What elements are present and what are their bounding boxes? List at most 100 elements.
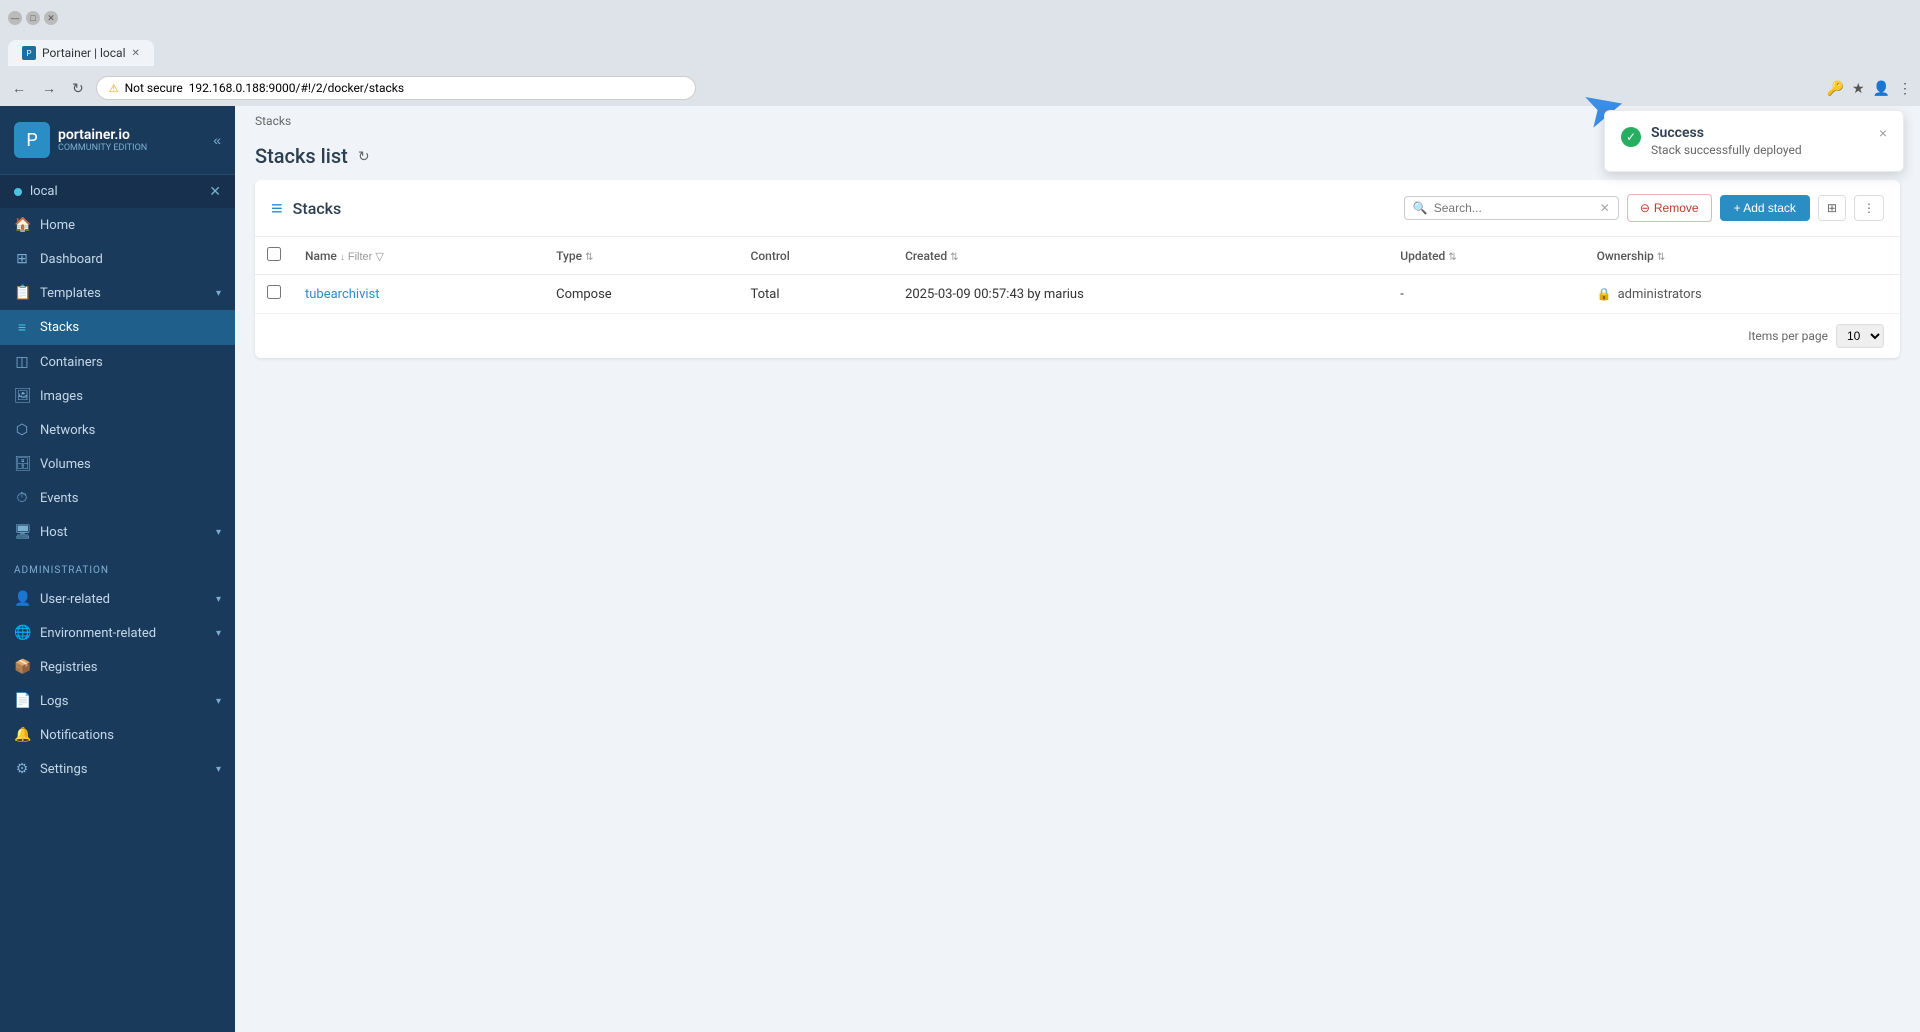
menu-icon[interactable]: ⋮ [1898,80,1912,97]
tab-favicon: P [22,46,36,60]
th-name: Name ↓ Filter ▽ [293,237,544,275]
sidebar-item-home[interactable]: 🏠 Home [0,208,235,242]
reload-button[interactable]: ↻ [68,76,88,101]
th-type: Type ⇅ [544,237,738,275]
profile-icon[interactable]: 👤 [1873,80,1890,97]
sidebar: P portainer.io COMMUNITY EDITION « local… [0,106,235,1032]
toast-container: ✓ Success Stack successfully deployed × [1604,110,1904,172]
ownership-sort-icon[interactable]: ⇅ [1657,252,1665,263]
sidebar-item-events[interactable]: ⏱ Events [0,481,235,515]
dashboard-icon: ⊞ [14,251,30,267]
sidebar-item-volumes[interactable]: 🗄 Volumes [0,447,235,481]
stack-name-link[interactable]: tubearchivist [305,287,380,302]
maximize-button[interactable]: □ [26,11,40,25]
stacks-table-icon: ≡ [271,196,283,221]
address-input[interactable]: ⚠ Not secure 192.168.0.188:9000/#!/2/doc… [96,76,696,100]
sidebar-item-dashboard[interactable]: ⊞ Dashboard [0,242,235,276]
sidebar-item-images-label: Images [40,389,221,404]
th-name-label: Name [305,249,337,263]
env-close-button[interactable]: ✕ [209,183,221,200]
sidebar-item-networks[interactable]: ⬡ Networks [0,413,235,447]
row-updated-cell: - [1388,275,1584,314]
networks-icon: ⬡ [14,422,30,438]
search-input[interactable] [1434,201,1594,215]
sidebar-item-user-related[interactable]: 👤 User-related ▾ [0,582,235,616]
address-actions: 🔑 ★ 👤 ⋮ [1827,80,1912,97]
logo-icon: P [14,122,50,158]
bookmark-icon[interactable]: ★ [1852,80,1865,97]
row-control-cell: Total [739,275,894,314]
table-footer: Items per page 10 25 50 [255,314,1900,358]
th-ownership-label: Ownership [1597,249,1654,263]
sidebar-item-settings[interactable]: ⚙ Settings ▾ [0,752,235,786]
app-container: P portainer.io COMMUNITY EDITION « local… [0,106,1920,1032]
refresh-button[interactable]: ↻ [358,148,370,165]
address-text: 192.168.0.188:9000/#!/2/docker/stacks [189,81,404,95]
name-filter-button[interactable]: Filter ▽ [348,250,384,263]
stacks-sidebar-icon: ≡ [14,319,30,336]
sidebar-item-host[interactable]: 🖥 Host ▾ [0,515,235,549]
logo-text-area: portainer.io COMMUNITY EDITION [58,127,147,153]
table-header: ≡ Stacks 🔍 ✕ ⊖ Remove [255,180,1900,237]
search-box[interactable]: 🔍 ✕ [1404,196,1619,220]
table-head: Name ↓ Filter ▽ Type ⇅ Control [255,237,1900,275]
add-stack-button[interactable]: + Add stack [1720,195,1810,221]
table-body: tubearchivist Compose Total 2025-03-09 0… [255,275,1900,314]
logo-text: portainer.io [58,127,147,143]
sidebar-item-environment-related[interactable]: 🌐 Environment-related ▾ [0,616,235,650]
settings-icon: ⚙ [14,761,30,777]
success-toast: ✓ Success Stack successfully deployed × [1604,110,1904,172]
user-related-chevron-icon: ▾ [216,594,221,605]
row-checkbox[interactable] [267,285,281,299]
table-row: tubearchivist Compose Total 2025-03-09 0… [255,275,1900,314]
toast-message: Stack successfully deployed [1651,143,1869,157]
more-options-button[interactable]: ⋮ [1854,195,1884,221]
sidebar-item-templates[interactable]: 📋 Templates ▾ [0,276,235,310]
containers-icon: ◫ [14,354,30,370]
sidebar-item-logs-label: Logs [40,694,206,709]
search-clear-icon[interactable]: ✕ [1600,201,1610,215]
sidebar-item-containers-label: Containers [40,355,221,370]
name-sort-icon[interactable]: ↓ [340,252,345,263]
env-name-label: local [30,184,209,199]
items-per-page-select[interactable]: 10 25 50 [1836,324,1884,348]
table-title-text: Stacks [293,199,342,218]
column-settings-button[interactable]: ⊞ [1818,195,1846,221]
sidebar-collapse-button[interactable]: « [213,132,221,148]
page-title: Stacks list [255,144,348,168]
toast-content: Success Stack successfully deployed [1651,125,1869,157]
address-bar: ← → ↻ ⚠ Not secure 192.168.0.188:9000/#!… [0,70,1920,106]
search-icon: 🔍 [1413,201,1428,215]
forward-button[interactable]: → [38,76,60,100]
sidebar-item-images[interactable]: 🖼 Images [0,379,235,413]
type-sort-icon[interactable]: ⇅ [585,252,593,263]
window-controls[interactable]: — □ ✕ [8,11,58,25]
toast-close-button[interactable]: × [1879,125,1887,141]
minimize-button[interactable]: — [8,11,22,25]
th-checkbox [255,237,293,275]
updated-sort-icon[interactable]: ⇅ [1448,252,1456,263]
tab-close-icon[interactable]: ✕ [132,48,140,59]
remove-button[interactable]: ⊖ Remove [1627,194,1712,222]
th-ownership: Ownership ⇅ [1585,237,1900,275]
sidebar-item-stacks[interactable]: ≡ Stacks [0,310,235,345]
password-icon[interactable]: 🔑 [1827,80,1844,97]
add-stack-label: + Add stack [1734,201,1796,215]
browser-tab[interactable]: P Portainer | local ✕ [8,40,154,66]
sidebar-item-notifications-label: Notifications [40,728,221,743]
sidebar-item-environment-label: Environment-related [40,626,206,641]
th-control: Control [739,237,894,275]
created-sort-icon[interactable]: ⇅ [950,252,958,263]
row-ownership-cell: 🔒 administrators [1585,275,1900,314]
logo-area: P portainer.io COMMUNITY EDITION [14,122,147,158]
sidebar-item-logs[interactable]: 📄 Logs ▾ [0,684,235,718]
sidebar-item-registries[interactable]: 📦 Registries [0,650,235,684]
sidebar-item-containers[interactable]: ◫ Containers [0,345,235,379]
close-window-button[interactable]: ✕ [44,11,58,25]
select-all-checkbox[interactable] [267,247,281,261]
sidebar-item-registries-label: Registries [40,660,221,675]
sidebar-item-notifications[interactable]: 🔔 Notifications [0,718,235,752]
back-button[interactable]: ← [8,76,30,100]
sidebar-item-templates-label: Templates [40,286,206,301]
th-type-label: Type [556,249,582,263]
